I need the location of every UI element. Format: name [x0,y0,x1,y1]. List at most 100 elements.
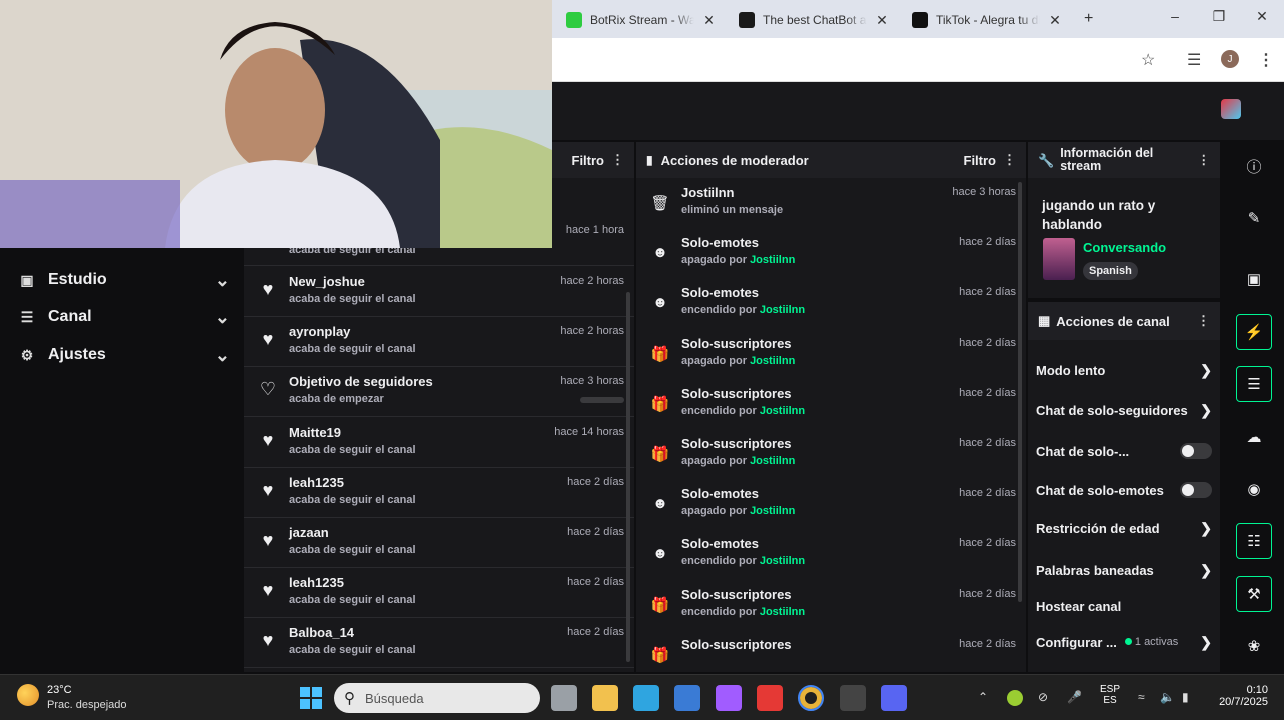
mod-action-text: apagado por [681,254,751,267]
channel-action-item[interactable]: Chat de solo-... [1036,439,1212,463]
toggle-switch[interactable] [1180,443,1212,459]
tab-close-icon[interactable]: ✕ [702,12,716,29]
mod-action-user[interactable]: Jostiilnn [760,606,805,618]
mod-scrollbar[interactable] [1018,182,1022,602]
activity-scrollbar[interactable] [626,292,630,662]
obs-icon[interactable] [840,685,866,711]
channel-action-item[interactable]: Restricción de edad ❯ [1036,516,1212,540]
table-row[interactable]: 🎁 Solo-suscriptores apagado por Jostiilnn h… [636,329,1026,379]
tab-title: TikTok - Alegra tu día [936,13,1040,27]
stream-title[interactable]: jugando un rato y hablando [1042,196,1192,234]
channel-action-item[interactable]: Modo lento ❯ [1036,358,1212,382]
mod-action-user[interactable]: Jostiilnn [750,455,795,467]
bolt-icon[interactable]: ⚡ [1236,314,1272,350]
table-row[interactable]: 🎁 Solo-suscriptores apagado por Jostiilnn h… [636,429,1026,479]
table-row[interactable]: ☻ Solo-emotes encendido por Jostiilnn hace … [636,278,1026,328]
extension-logo[interactable] [1221,99,1241,119]
sidebar-item-estudio[interactable]: ▣ Estudio ⌄ [18,267,230,293]
table-row[interactable]: ♥ leah1235 acaba de seguir el canal hace 2 … [244,568,634,619]
table-row[interactable]: 🎁 Solo-suscriptores encendido por Jostiiln… [636,580,1026,630]
taskbar-search[interactable]: ⚲ Búsqueda [334,683,540,713]
modules-icon[interactable]: ❀ [1236,628,1272,664]
activity-filter-button[interactable]: Filtro [572,153,605,168]
table-row[interactable]: 🗑 Jostiilnn eliminó un mensaje hace 3 horas [636,178,1026,228]
table-row[interactable]: ☻ Solo-emotes encendido por Jostiilnn hace … [636,529,1026,579]
wifi-icon[interactable]: ≈ [1138,690,1145,704]
tray-network-off-icon[interactable]: ⊘ [1038,690,1048,704]
copilot-icon[interactable] [716,685,742,711]
battery-icon[interactable]: ▮ [1182,690,1189,704]
table-row[interactable]: ♥ Maitte19 acaba de seguir el canal hace 14… [244,418,634,468]
table-row[interactable]: ♥ Balboa_14 acaba de seguir el canal hace 2… [244,618,634,669]
browser-menu-icon[interactable]: ⋮ [1258,50,1274,70]
activity-more-icon[interactable]: ⋮ [604,152,624,168]
mod-filter-button[interactable]: Filtro [964,153,997,168]
browser-tab[interactable]: The best ChatBot and ✕ [731,6,897,34]
focus-icon[interactable]: ▣ [1236,261,1272,297]
table-row[interactable]: ♥ New_joshue acaba de seguir el canal hace … [244,267,634,317]
chrome-icon[interactable] [798,685,824,711]
notes-icon[interactable]: ☰ [1236,366,1272,402]
mod-action-user[interactable]: Jostiilnn [760,555,805,567]
mod-more-icon[interactable]: ⋮ [996,152,1016,168]
mod-action-user[interactable]: Jostiilnn [760,405,805,417]
edge-icon[interactable] [633,685,659,711]
table-row[interactable]: 🎁 Solo-suscriptores hace 2 días [636,630,1026,672]
mod-action-user[interactable]: Jostiilnn [750,254,795,266]
info-icon[interactable]: ⓘ [1236,148,1272,184]
table-row[interactable]: 🎁 Solo-suscriptores encendido por Jostiiln… [636,379,1026,429]
task-view-icon[interactable] [551,685,577,711]
wps-icon[interactable] [757,685,783,711]
minimize-icon[interactable]: – [1160,8,1190,24]
chat-icon[interactable]: ☁ [1236,419,1272,455]
tray-app-icon[interactable] [1007,690,1023,706]
lang-indicator[interactable]: ESP ES [1100,684,1120,706]
volume-icon[interactable]: 🔈 [1160,690,1175,704]
new-tab-button[interactable]: + [1084,10,1093,28]
toggle-switch[interactable] [1180,482,1212,498]
channel-action-item[interactable]: Hostear canal [1036,594,1212,618]
sidebar-item-canal[interactable]: ☰ Canal ⌄ [18,304,230,330]
broadcast-icon[interactable]: ◉ [1236,471,1272,507]
table-row[interactable]: ♡ Objetivo de seguidores acaba de empezar h… [244,367,634,418]
table-row[interactable]: ☻ Solo-emotes apagado por Jostiilnn hace 2 … [636,228,1026,278]
address-bar[interactable] [552,38,1284,82]
table-row[interactable]: ♥ ayronplay acaba de seguir el canal hace 2… [244,317,634,368]
channel-icon: ☰ [20,308,34,325]
stream-info-more-icon[interactable]: ⋮ [1190,153,1211,167]
file-explorer-icon[interactable] [592,685,618,711]
mod-action-user[interactable]: Jostiilnn [750,355,795,367]
channel-action-item[interactable]: Chat de solo-emotes [1036,478,1212,502]
channel-actions-more-icon[interactable]: ⋮ [1190,313,1210,329]
wrench-icon[interactable]: ⚒ [1236,576,1272,612]
profile-avatar[interactable]: J [1221,50,1239,68]
mod-action-user[interactable]: Jostiilnn [760,304,805,316]
tray-chevron-icon[interactable]: ⌃ [978,690,988,704]
active-badge-text: 1 activas [1134,636,1179,648]
edit-icon[interactable]: ✎ [1236,200,1272,236]
discord-icon[interactable] [881,685,907,711]
close-window-icon[interactable]: ✕ [1247,8,1277,25]
layout-icon[interactable]: ☷ [1236,523,1272,559]
clock[interactable]: 0:10 20/7/2025 [1208,684,1268,708]
media-control-icon[interactable]: ☰ [1187,50,1201,70]
browser-tab[interactable]: TikTok - Alegra tu día ✕ [904,6,1070,34]
stream-category[interactable]: Conversando [1083,240,1166,255]
microphone-icon[interactable]: 🎤 [1067,690,1082,704]
maximize-icon[interactable]: ❐ [1204,8,1234,25]
weather-icon[interactable] [17,684,39,706]
table-row[interactable]: ♥ jazaan acaba de seguir el canal hace 2 dí… [244,518,634,568]
channel-action-item[interactable]: Palabras baneadas ❯ [1036,558,1212,582]
tab-close-icon[interactable]: ✕ [1048,12,1062,29]
bookmark-star-icon[interactable]: ☆ [1141,50,1155,70]
channel-action-item[interactable]: Chat de solo-seguidores ❯ [1036,398,1212,422]
start-button[interactable] [298,685,324,711]
table-row[interactable]: ☻ Solo-emotes apagado por Jostiilnn hace 2 … [636,479,1026,529]
mod-action-user[interactable]: Jostiilnn [750,505,795,517]
browser-tab[interactable]: BotRix Stream - Watch ✕ [558,6,724,34]
channel-action-item[interactable]: Configurar ... 1 activas ❯ [1036,630,1212,654]
table-row[interactable]: ♥ leah1235 acaba de seguir el canal hace 2 … [244,468,634,518]
tab-close-icon[interactable]: ✕ [875,12,889,29]
store-icon[interactable] [674,685,700,711]
sidebar-item-ajustes[interactable]: ⚙ Ajustes ⌄ [18,342,230,368]
